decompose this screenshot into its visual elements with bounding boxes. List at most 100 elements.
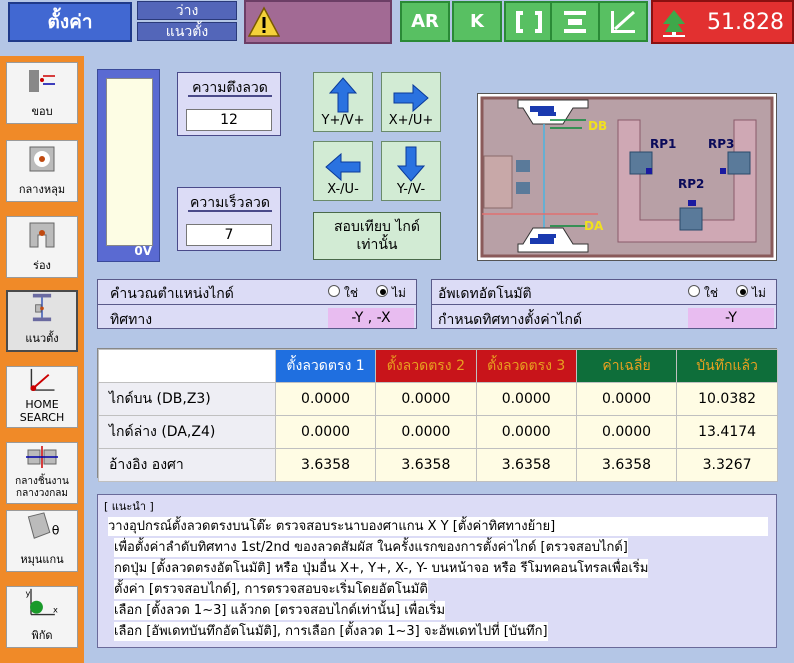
table-cell: 3.6358 [475,448,577,482]
table-cell: 3.6358 [375,448,477,482]
hint-title: [ แนะนำ ] [104,500,154,513]
gauge-bar [106,78,153,246]
coordinate-icon: y x [26,588,58,616]
tool-k-label: K [470,11,484,32]
speed-value-field[interactable]: 7 [186,224,272,246]
calc-guide-panel: คำนวณตำแหน่งไกด์ ใช่ ไม่ ทิศทาง -Y , -X [97,279,417,329]
sidebar-item-rotate-axis[interactable]: θ หมุนแกน [6,510,78,572]
calc-direction-value[interactable]: -Y , -X [328,308,414,328]
jog-right-label: X+/U+ [388,113,434,128]
auto-update-title: อัพเดทอัตโนมัติ [438,286,532,302]
axis-x-label: x [53,605,58,615]
calc-guide-title: คำนวณตำแหน่งไกด์ [110,286,234,302]
table-cell: 10.0382 [676,382,778,416]
jog-left-label: X-/U- [327,182,359,197]
tool-bracket-button[interactable] [504,1,554,42]
table-cell: 0.0000 [375,382,477,416]
table-cell: 0.0000 [475,382,577,416]
hint-line: ตั้งค่า [ตรวจสอบไกด์], การตรวจสอบจะเริ่ม… [114,580,428,599]
voltage-gauge: 0V [97,69,160,262]
arrow-left-icon [325,152,361,182]
sidebar-item-label: แนวตั้ง [25,332,59,345]
diagram-da-label: DA [584,219,604,233]
guide-test-button[interactable]: สอบเทียบ ไกด์ เท่านั้น [313,212,441,260]
jog-down-label: Y-/V- [396,182,426,197]
jog-left-button[interactable]: X-/U- [313,141,373,201]
value-readout: 51.828 [707,9,784,35]
groove-icon [29,222,55,248]
page-title-button[interactable]: ตั้งค่า [8,2,132,42]
header-wire-1[interactable]: ตั้งลวดตรง 1 [274,349,377,383]
table-cell: 0.0000 [575,415,678,449]
sidebar-item-home-search[interactable]: HOME SEARCH [6,366,78,428]
jog-down-button[interactable]: Y-/V- [381,141,441,201]
auto-update-row: อัพเดทอัตโนมัติ ใช่ ไม่ [432,280,776,305]
bracket-icon [516,10,542,33]
arrow-down-icon [397,146,425,182]
sidebar-item-label-line1: กลางชิ้นงาน [15,476,69,487]
tool-equal-button[interactable] [550,1,600,42]
sidebar-item-groove[interactable]: ร่อง [6,216,78,278]
jog-up-label: Y+/V+ [321,113,365,128]
sidebar-item-label-line1: HOME [25,398,59,411]
diagonal-icon [611,10,636,33]
hint-line: เลือก [อัพเดทบันทึกอัตโนมัติ], การเลือก … [114,622,548,641]
header-saved[interactable]: บันทึกแล้ว [676,349,778,383]
diagram-rp2-label: RP2 [678,177,704,191]
table-cell: 3.6358 [274,448,377,482]
table-cell: 0.0000 [475,415,577,449]
tension-value-field[interactable]: 12 [186,109,272,131]
table-cell: 3.6358 [575,448,678,482]
sidebar-item-label: กลางหลุม [18,183,66,196]
header-wire-3[interactable]: ตั้งลวดตรง 3 [475,349,577,383]
hint-line: เพื่อตั้งค่าลำดับทิศทาง 1st/2nd ของลวดสั… [114,538,628,557]
table-row: ไกด์บน (DB,Z3) 0.0000 0.0000 0.0000 0.00… [98,382,778,416]
auto-update-no-radio[interactable] [736,285,748,297]
sidebar-item-label-line2: SEARCH [19,411,65,424]
sidebar-item-vertical[interactable]: แนวตั้ง [6,290,78,352]
edge-icon [29,70,55,92]
home-search-icon [30,368,55,392]
table-corner [98,349,276,383]
axis-y-label: y [26,588,31,598]
status-state: ว่าง [137,1,237,20]
hole-center-icon [29,146,55,172]
auto-update-no-label: ไม่ [752,286,766,300]
sidebar-item-edge[interactable]: ขอบ [6,62,78,124]
header-average[interactable]: ค่าเฉลี่ย [575,349,678,383]
radio-dot [380,289,386,295]
tool-diagonal-button[interactable] [598,1,648,42]
hint-line: กดปุ่ม [ตั้งลวดตรงอัตโนมัติ] หรือ ปุ่มอื… [114,559,649,578]
auto-direction-value[interactable]: -Y [688,308,774,328]
guide-diagram-graphic: DB DA RP1 RP3 RP2 [480,96,774,258]
header-wire-2[interactable]: ตั้งลวดตรง 2 [375,349,477,383]
top-bar: ตั้งค่า ว่าง แนวตั้ง AR K 51.828 [0,0,794,44]
sidebar-item-hole-center[interactable]: กลางหลุม [6,140,78,202]
guide-test-label-line2: เท่านั้น [356,237,398,253]
diagram-rp1-label: RP1 [650,137,676,151]
auto-update-panel: อัพเดทอัตโนมัติ ใช่ ไม่ กำหนดทิศทางตั้งค… [431,279,777,329]
row-label: อ้างอิง องศา [98,448,276,482]
guide-table: ตั้งลวดตรง 1 ตั้งลวดตรง 2 ตั้งลวดตรง 3 ค… [97,348,778,482]
hint-line: เลือก [ตั้งลวด 1~3] แล้วกด [ตรวจสอบไกด์เ… [114,601,446,620]
table-row: ไกด์ล่าง (DA,Z4) 0.0000 0.0000 0.0000 0.… [98,415,778,449]
table-cell: 0.0000 [274,415,377,449]
tool-k-button[interactable]: K [452,1,502,42]
level-icon [564,10,586,33]
tool-ar-button[interactable]: AR [400,1,450,42]
auto-update-yes-radio[interactable] [688,285,700,297]
jog-up-button[interactable]: Y+/V+ [313,72,373,132]
workpiece-center-icon [26,446,58,468]
calc-guide-yes-radio[interactable] [328,285,340,297]
hint-line: วางอุปกรณ์ตั้งลวดตรงบนโต๊ะ ตรวจสอบระนาบอ… [108,517,768,536]
row-label: ไกด์บน (DB,Z3) [98,382,276,416]
speed-panel: ความเร็วลวด 7 [177,187,281,251]
sidebar-item-label: พิกัด [31,629,53,642]
jog-right-button[interactable]: X+/U+ [381,72,441,132]
calc-guide-no-radio[interactable] [376,285,388,297]
warning-icon [248,6,280,37]
sidebar-item-coordinate[interactable]: y x พิกัด [6,586,78,648]
sidebar: ขอบ กลางหลุม ร่อง แนวตั้ง HOME SEARCH กล… [0,56,84,663]
table-header-row: ตั้งลวดตรง 1 ตั้งลวดตรง 2 ตั้งลวดตรง 3 ค… [98,349,778,383]
sidebar-item-workpiece-center[interactable]: กลางชิ้นงาน กลางวงกลม [6,442,78,504]
